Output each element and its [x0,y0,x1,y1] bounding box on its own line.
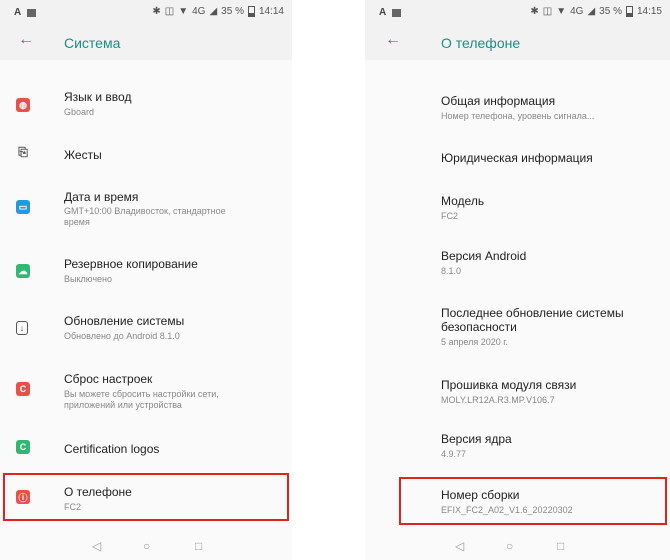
about-item-legal-info[interactable]: Юридическая информация [365,145,670,173]
back-arrow-icon[interactable]: ← [18,31,34,49]
page-title: Система [64,35,121,51]
about-item-kernel[interactable]: Версия ядра 4.9.77 [365,428,670,464]
phone-screen-system: A ✱ ◫ ▼ 4G ◢ 35 % 14:14 ← Система ◍ Язык… [0,0,292,560]
clock-time: 14:14 [258,6,284,17]
item-subtitle: 4.9.77 [441,449,467,459]
item-subtitle: Вы можете сбросить настройки сети, [64,389,219,399]
signal-icon: ◢ [209,6,218,17]
vibrate-icon: ◫ [164,6,175,17]
item-title: Юридическая информация [441,151,593,165]
item-title: Язык и ввод [64,90,132,104]
menu-item-reset[interactable]: C Сброс настроек Вы можете сбросить наст… [0,367,292,417]
item-subtitle: Gboard [64,107,95,117]
about-item-model[interactable]: Модель FC2 [365,190,670,226]
status-bar: A ✱ ◫ ▼ 4G ◢ 35 % 14:14 [0,0,292,26]
battery-icon [625,6,633,17]
item-subtitle-line2: время [64,217,90,227]
item-title: Версия ядра [441,432,512,446]
phone-screen-about: A ✱ ◫ ▼ 4G ◢ 35 % 14:15 ← О телефоне Общ… [365,0,670,560]
wifi-icon: ▼ [556,6,567,17]
item-subtitle: Обновлено до Android 8.1.0 [64,331,180,341]
nav-home-icon[interactable]: ○ [143,539,150,553]
item-title: Резервное копирование [64,257,198,271]
item-subtitle: FC2 [441,211,459,221]
highlight-frame [3,473,289,521]
battery-percent: 35 % [221,6,244,17]
menu-item-certification-logos[interactable]: C Certification logos [0,432,292,462]
item-title: Обновление системы [64,314,185,328]
wifi-icon: ▼ [178,6,189,17]
clock-time: 14:15 [636,6,662,17]
item-subtitle: 8.1.0 [441,266,462,276]
notification-a-icon: A [14,7,22,18]
backup-icon: ☁ [16,264,30,278]
status-bar: A ✱ ◫ ▼ 4G ◢ 35 % 14:15 [365,0,670,26]
item-subtitle: 5 апреля 2020 г. [441,337,508,347]
bluetooth-icon: ✱ [152,6,161,17]
vibrate-icon: ◫ [542,6,553,17]
image-notification-icon [27,8,37,17]
page-title: О телефоне [441,35,521,51]
battery-icon [247,6,255,17]
menu-item-language[interactable]: ◍ Язык и ввод Gboard [0,85,292,125]
item-title-line2: безопасности [441,320,517,334]
navigation-bar: ◁ ○ □ [0,535,292,560]
about-item-security-update[interactable]: Последнее обновление системы безопасност… [365,302,670,354]
item-subtitle: GMT+10:00 Владивосток, стандартное [64,206,226,216]
reset-icon: C [16,382,30,396]
navigation-bar: ◁ ○ □ [365,535,670,560]
update-icon: ↓ [16,321,28,335]
globe-icon: ◍ [16,98,30,112]
item-subtitle: MOLY.LR12A.R3.MP.V106.7 [441,395,555,405]
item-title: Общая информация [441,94,556,108]
nav-back-icon[interactable]: ◁ [92,539,101,553]
network-type: 4G [192,6,206,17]
clock-icon: ▭ [16,200,30,214]
nav-home-icon[interactable]: ○ [506,539,513,553]
gesture-icon: ⎘ [18,144,28,159]
item-title: Версия Android [441,249,527,263]
about-item-general-info[interactable]: Общая информация Номер телефона, уровень… [365,90,670,126]
about-item-android-version[interactable]: Версия Android 8.1.0 [365,245,670,281]
item-subtitle: Выключено [64,274,112,284]
item-title: Жесты [64,148,102,162]
item-title: Certification logos [64,442,160,456]
item-title: Прошивка модуля связи [441,378,577,392]
item-title: Модель [441,194,485,208]
network-type: 4G [570,6,584,17]
nav-recents-icon[interactable]: □ [195,539,202,553]
menu-item-backup[interactable]: ☁ Резервное копирование Выключено [0,253,292,291]
bluetooth-icon: ✱ [530,6,539,17]
item-subtitle-line2: приложений или устройства [64,400,182,410]
nav-recents-icon[interactable]: □ [557,539,564,553]
battery-percent: 35 % [599,6,622,17]
menu-item-date-time[interactable]: ▭ Дата и время GMT+10:00 Владивосток, ст… [0,185,292,231]
image-notification-icon [392,8,402,17]
about-item-baseband[interactable]: Прошивка модуля связи MOLY.LR12A.R3.MP.V… [365,374,670,410]
back-arrow-icon[interactable]: ← [385,31,401,49]
nav-back-icon[interactable]: ◁ [455,539,464,553]
certification-icon: C [16,440,30,454]
item-subtitle: Номер телефона, уровень сигнала... [441,111,595,121]
menu-item-system-update[interactable]: ↓ Обновление системы Обновлено до Androi… [0,309,292,347]
app-bar: ← Система [0,26,292,60]
item-title: Дата и время [64,190,139,204]
menu-item-gestures[interactable]: ⎘ Жесты [0,140,292,170]
notification-a-icon: A [379,7,387,18]
signal-icon: ◢ [587,6,596,17]
item-title: Последнее обновление системы [441,306,624,320]
item-title: Сброс настроек [64,372,153,386]
app-bar: ← О телефоне [365,26,670,60]
highlight-frame [399,477,667,525]
